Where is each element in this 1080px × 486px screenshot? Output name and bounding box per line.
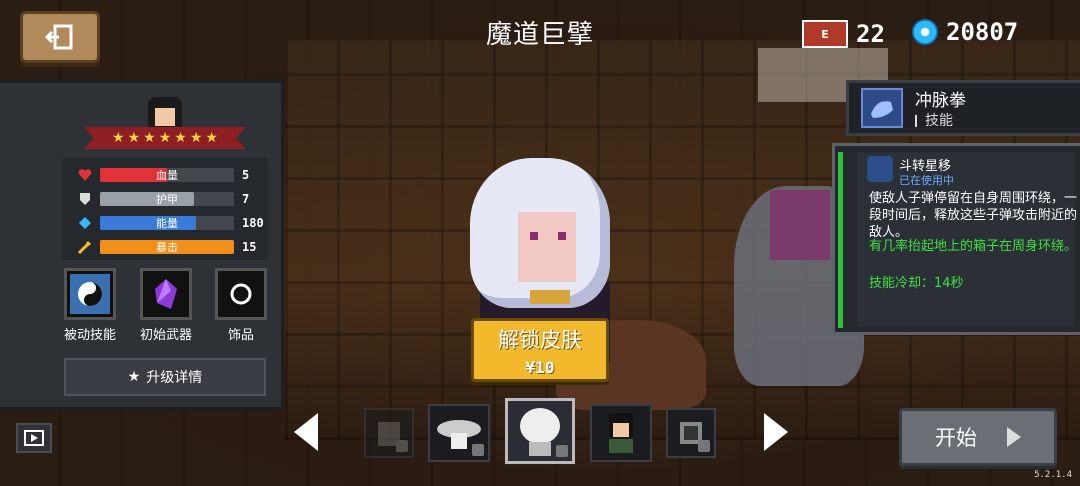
health-bar: 血量: [100, 168, 234, 182]
accessory-label: 饰品: [227, 328, 254, 343]
start-button[interactable]: 开始: [899, 408, 1057, 466]
star-icon: ★: [127, 369, 141, 385]
energy-bar: 能量: [100, 216, 234, 230]
star-ribbon: ★ ★ ★ ★ ★ ★ ★: [84, 127, 246, 149]
upgrade-details-button[interactable]: ★ 升级详情: [64, 358, 266, 396]
skill-type-label: 技能: [925, 113, 953, 129]
passive-skill-label: 被动技能: [63, 328, 116, 343]
energy-label: 能量: [156, 217, 178, 230]
stat-row-armor: 护甲 7: [78, 190, 268, 208]
star-icon: ★: [158, 130, 172, 146]
skill-tooltip: 斗转星移 已在使用中 使敌人子弹停留在自身周围环绕，一段时间后，释放这些子弹攻击…: [832, 143, 1080, 335]
shield-icon: [80, 193, 90, 205]
energy-crystal-icon: [79, 217, 91, 229]
skin-item[interactable]: [590, 404, 652, 462]
tooltip-accent-bar: [838, 152, 843, 328]
ring-icon: [230, 283, 252, 305]
play-arrow-icon: [1007, 427, 1021, 447]
star-icon: ★: [143, 130, 156, 146]
skin-item[interactable]: [666, 408, 716, 458]
star-icon: ★: [127, 130, 141, 146]
star-icon: ★: [174, 130, 187, 146]
gem-counter: 20807: [912, 18, 1018, 46]
separator: [915, 115, 917, 127]
crit-bar: 暴击: [100, 240, 234, 254]
crit-value: 15: [242, 240, 257, 254]
star-icon: ★: [112, 130, 125, 146]
lock-icon: [396, 440, 408, 452]
lock-icon: [472, 444, 484, 456]
skin-item[interactable]: [364, 408, 414, 458]
lock-icon: [698, 440, 710, 452]
starting-weapon-label: 初始武器: [139, 328, 192, 343]
background-enemy-head: [770, 190, 830, 260]
energy-count: 22: [856, 20, 885, 48]
tooltip-note: 有几率抬起地上的箱子在周身环绕。: [869, 239, 1078, 254]
skin-item-selected[interactable]: [505, 398, 575, 464]
upgrade-details-label: 升级详情: [146, 370, 203, 386]
health-label: 血量: [156, 169, 178, 182]
next-skin-arrow-icon[interactable]: [764, 413, 788, 451]
character-face: [518, 212, 576, 282]
character-collar: [530, 290, 570, 304]
tooltip-cooldown: 技能冷却：14秒: [869, 276, 964, 291]
lock-icon: [556, 445, 568, 457]
crit-label: 暴击: [156, 241, 178, 254]
play-icon: [24, 430, 44, 446]
start-label: 开始: [935, 426, 977, 450]
purple-crystal-icon: [155, 279, 177, 309]
skill-card[interactable]: 冲脉拳 技能: [846, 80, 1080, 136]
energy-icon: E: [802, 20, 848, 48]
fist-icon: [861, 88, 903, 128]
skill-type: 技能: [915, 110, 953, 130]
unlock-skin-price: ¥10: [525, 357, 555, 377]
energy-value: 180: [242, 216, 264, 230]
stat-row-health: 血量 5: [78, 166, 268, 184]
character-eye: [530, 232, 538, 240]
star-icon: ★: [205, 130, 218, 146]
health-value: 5: [242, 168, 250, 182]
armor-label: 护甲: [156, 193, 178, 206]
skill-avatar-icon: [867, 156, 893, 182]
passive-skill-slot[interactable]: [64, 268, 116, 320]
unlock-skin-label: 解锁皮肤: [498, 327, 582, 352]
tooltip-description: 使敌人子弹停留在自身周围环绕，一段时间后，释放这些子弹攻击附近的敌人。: [869, 191, 1078, 240]
stat-row-energy: 能量 180: [78, 214, 268, 232]
gem-count: 20807: [946, 18, 1019, 46]
starting-weapon-slot[interactable]: [140, 268, 192, 320]
accessory-slot[interactable]: [215, 268, 267, 320]
tooltip-status: 已在使用中: [899, 174, 954, 187]
unlock-skin-button[interactable]: 解锁皮肤 ¥10: [471, 318, 609, 382]
sword-icon: [78, 240, 92, 254]
skin-item[interactable]: [428, 404, 490, 462]
energy-counter: E 22: [802, 20, 885, 48]
armor-bar: 护甲: [100, 192, 234, 206]
previous-skin-arrow-icon[interactable]: [294, 413, 318, 451]
character-eye: [558, 232, 566, 240]
star-icon: ★: [189, 130, 203, 146]
stat-row-crit: 暴击 15: [78, 238, 268, 256]
gem-icon: [912, 19, 938, 45]
stats-box: 血量 5 护甲 7 能量 180 暴击 15: [62, 158, 268, 260]
version-label: 5.2.1.4: [1034, 470, 1072, 480]
armor-value: 7: [242, 192, 250, 206]
dark-hair-skin-icon: [609, 413, 633, 453]
avatar-face: [155, 108, 175, 126]
heart-icon: [78, 169, 92, 181]
skill-name: 冲脉拳: [915, 91, 966, 111]
preview-video-button[interactable]: [16, 423, 52, 453]
yin-yang-icon: [70, 274, 110, 314]
